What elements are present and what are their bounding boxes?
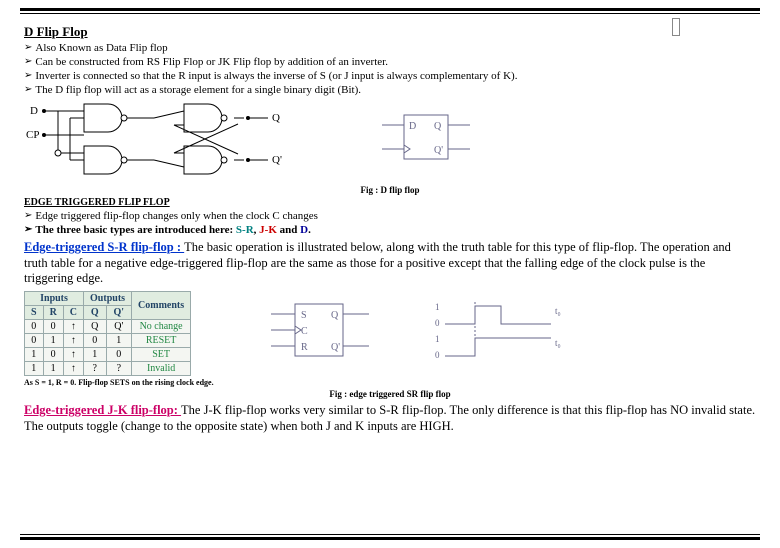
table-row: 1 0 ↑ 1 0 SET: [25, 347, 191, 361]
types-text: The three basic types are introduced her…: [35, 224, 310, 236]
th-r: R: [43, 305, 63, 319]
cell: 0: [84, 333, 107, 347]
th-qn: Q': [106, 305, 132, 319]
dff-bullet: The D flip flop will act as a storage el…: [24, 84, 756, 96]
th-comments: Comments: [132, 291, 191, 319]
lbl-c: C: [301, 326, 308, 337]
sr-note: As S = 1, R = 0. Flip-flop SETS on the r…: [24, 378, 756, 387]
cell: ↑: [63, 319, 83, 333]
table-row: 0 0 ↑ Q Q' No change: [25, 319, 191, 333]
truth-table: Inputs Outputs Comments S R C Q Q' 0 0 ↑…: [24, 291, 191, 376]
cell: ↑: [63, 333, 83, 347]
type-d: D: [300, 224, 308, 236]
cell: 0: [43, 319, 63, 333]
cell: RESET: [132, 333, 191, 347]
bottom-rule: [20, 534, 760, 540]
lbl-s: S: [301, 310, 307, 321]
lbl-qn: Q': [331, 342, 340, 353]
cell: 0: [43, 347, 63, 361]
cell: ↑: [63, 347, 83, 361]
cell: 1: [25, 361, 44, 375]
table-row: 1 1 ↑ ? ? Invalid: [25, 361, 191, 375]
label-q: Q: [434, 121, 442, 132]
table-row: 0 1 ↑ 0 1 RESET: [25, 333, 191, 347]
lbl-q: Q: [331, 310, 339, 321]
lbl-r: R: [301, 342, 308, 353]
type-jk: J-K: [259, 224, 277, 236]
page-content: D Flip Flop Also Known as Data Flip flop…: [0, 14, 780, 434]
dff-gate-diagram: D CP: [24, 98, 284, 183]
cell: ?: [84, 361, 107, 375]
label-d: D: [409, 121, 416, 132]
th-c: C: [63, 305, 83, 319]
sr-timing-diagram: 1 0 t₀ 1 0 t₀: [431, 296, 571, 371]
sr-caption: Fig : edge triggered SR flip flop: [24, 389, 756, 399]
label-q: Q: [272, 112, 280, 124]
jk-title: Edge-triggered J-K flip-flop:: [24, 403, 181, 417]
dff-block-diagram: D Q Q': [374, 107, 484, 174]
lvl-1b: 1: [435, 334, 440, 344]
cell: Q: [84, 319, 107, 333]
cell: 1: [84, 347, 107, 361]
dff-bullet: Inverter is connected so that the R inpu…: [24, 70, 756, 82]
cell: 0: [25, 333, 44, 347]
lvl-0b: 0: [435, 350, 440, 360]
lbl-t0b: t₀: [555, 338, 561, 348]
dff-bullet: Also Known as Data Flip flop: [24, 42, 756, 54]
sr-block-diagram: S C R Q Q': [261, 296, 381, 371]
cell: 1: [106, 333, 132, 347]
label-cp: CP: [26, 129, 39, 141]
jk-paragraph: Edge-triggered J-K flip-flop: The J-K fl…: [24, 403, 756, 434]
sr-title: Edge-triggered S-R flip-flop :: [24, 240, 184, 254]
bullet-text: Edge triggered flip-flop changes only wh…: [35, 210, 318, 222]
label-qn: Q': [434, 145, 443, 156]
page-mark: [672, 18, 680, 36]
th-s: S: [25, 305, 44, 319]
lvl-0: 0: [435, 318, 440, 328]
th-q: Q: [84, 305, 107, 319]
sr-truth-table: Inputs Outputs Comments S R C Q Q' 0 0 ↑…: [24, 291, 191, 376]
dff-diagram-row: D CP: [24, 98, 756, 183]
cell: 0: [25, 319, 44, 333]
cell: SET: [132, 347, 191, 361]
cell: 1: [25, 347, 44, 361]
lvl-1: 1: [435, 302, 440, 312]
label-d: D: [30, 105, 38, 117]
cell: Q': [106, 319, 132, 333]
types-prefix: The three basic types are introduced her…: [35, 224, 236, 236]
dff-heading: D Flip Flop: [24, 24, 756, 40]
bullet-text: Inverter is connected so that the R inpu…: [35, 70, 517, 82]
th-inputs: Inputs: [25, 291, 84, 305]
edge-heading: EDGE TRIGGERED FLIP FLOP: [24, 197, 756, 208]
cell: No change: [132, 319, 191, 333]
edge-bullet-types: The three basic types are introduced her…: [24, 224, 756, 236]
cell: 0: [106, 347, 132, 361]
bullet-text: Can be constructed from RS Flip Flop or …: [35, 56, 388, 68]
type-and: and: [277, 224, 300, 236]
type-sr: S-R: [236, 224, 254, 236]
label-qn: Q': [272, 154, 282, 166]
cell: 1: [43, 361, 63, 375]
sr-paragraph: Edge-triggered S-R flip-flop : The basic…: [24, 240, 756, 287]
edge-bullet: Edge triggered flip-flop changes only wh…: [24, 210, 756, 222]
bullet-text: The D flip flop will act as a storage el…: [35, 84, 361, 96]
cell: ↑: [63, 361, 83, 375]
th-outputs: Outputs: [84, 291, 132, 305]
dff-bullet: Can be constructed from RS Flip Flop or …: [24, 56, 756, 68]
cell: Invalid: [132, 361, 191, 375]
bullet-text: Also Known as Data Flip flop: [35, 42, 167, 54]
cell: 1: [43, 333, 63, 347]
dff-caption: Fig : D flip flop: [24, 185, 756, 195]
lbl-t0: t₀: [555, 306, 561, 316]
cell: ?: [106, 361, 132, 375]
sr-row: Inputs Outputs Comments S R C Q Q' 0 0 ↑…: [24, 291, 756, 376]
